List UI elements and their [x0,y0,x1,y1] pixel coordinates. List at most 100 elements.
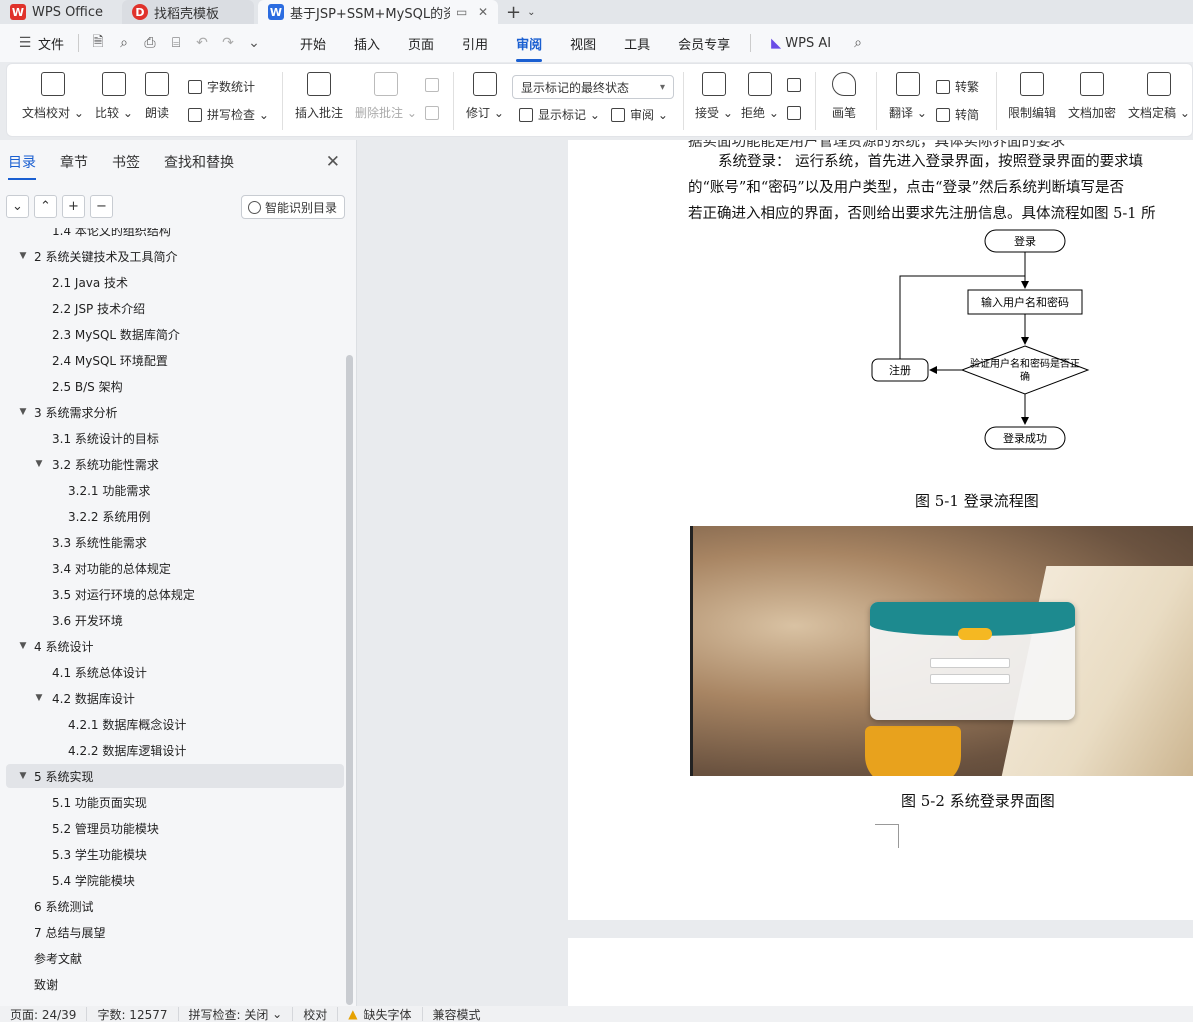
format-painter-icon[interactable]: ⌕ [111,35,137,51]
read-aloud-button[interactable]: 朗读 [145,72,169,121]
undo-icon[interactable]: ↶ [189,35,215,51]
review-pane-button[interactable]: 审阅 ⌄ [611,106,668,123]
toc-item[interactable]: 5.3 学生功能模块 [6,842,344,866]
delete-comment-button[interactable]: 删除批注 ⌄ [355,72,417,121]
status-spell[interactable]: 拼写检查: 关闭 ⌄ [179,1007,294,1022]
show-markup-button[interactable]: 显示标记 ⌄ [519,106,600,123]
status-page[interactable]: 页面: 24/39 [0,1007,88,1022]
prev-comment-button[interactable] [425,78,444,92]
menu-insert[interactable]: 插入 [340,34,394,53]
toc-item[interactable]: 1.4 本论文的组织结构 [6,228,344,242]
toc-item[interactable]: 6 系统测试 [6,894,344,918]
remove-heading-icon[interactable]: − [90,195,113,218]
tab-template[interactable]: D 找稻壳模板 [122,0,254,24]
toc-item[interactable]: 2.3 MySQL 数据库简介 [6,322,344,346]
print-icon[interactable]: ⎙ [137,35,163,51]
expand-toggle-icon[interactable]: ▼ [16,407,30,417]
toc-item[interactable]: 4.2.2 数据库逻辑设计 [6,738,344,762]
print-preview-icon[interactable]: ⌸ [163,35,189,51]
toc-item[interactable]: ▼ 5 系统实现 [6,764,344,788]
toc-item[interactable]: 5.1 功能页面实现 [6,790,344,814]
markup-state-select[interactable]: 显示标记的最终状态 ▾ [512,75,674,99]
expand-down-icon[interactable]: ⌄ [6,195,29,218]
next-change-button[interactable] [787,106,806,120]
menu-page[interactable]: 页面 [394,34,448,53]
spell-check-button[interactable]: 拼写检查 ⌄ [188,106,269,123]
smart-toc-button[interactable]: 智能识别目录 [241,195,345,219]
translate-button[interactable]: 翻译 ⌄ [889,72,927,121]
close-tab-icon[interactable]: ✕ [478,5,488,19]
next-comment-button[interactable] [425,106,444,120]
expand-toggle-icon[interactable]: ▼ [16,251,30,261]
toc-scrollbar[interactable] [346,355,353,1005]
collapse-up-icon[interactable]: ⌃ [34,195,57,218]
toc-item[interactable]: ▼ 2 系统关键技术及工具简介 [6,244,344,268]
expand-toggle-icon[interactable]: ▼ [32,459,46,469]
insert-comment-button[interactable]: 插入批注 [295,72,343,121]
menu-tools[interactable]: 工具 [610,34,664,53]
encrypt-button[interactable]: 文档加密 [1068,72,1116,121]
status-missing-font[interactable]: ▲ 缺失字体 [338,1007,423,1022]
save-icon[interactable]: 🗎 [85,31,111,55]
menu-member[interactable]: 会员专享 [664,34,744,53]
search-icon[interactable]: ⌕ [845,35,871,51]
toc-item[interactable]: 3.2.1 功能需求 [6,478,344,502]
toc-item[interactable]: 3.6 开发环境 [6,608,344,632]
file-menu[interactable]: 文件 [38,34,72,53]
toc-item[interactable]: 4.2.1 数据库概念设计 [6,712,344,736]
toc-item[interactable]: 3.5 对运行环境的总体规定 [6,582,344,606]
to-simplified-button[interactable]: 转简 [936,106,979,123]
status-words[interactable]: 字数: 12577 [87,1007,179,1022]
expand-toggle-icon[interactable]: ▼ [16,771,30,781]
wps-ai-button[interactable]: ◣ WPS AI [757,36,845,51]
revise-button[interactable]: 修订 ⌄ [466,72,504,121]
expand-toggle-icon[interactable]: ▼ [16,641,30,651]
close-pane-icon[interactable]: ✕ [326,152,340,172]
toc-item[interactable]: 3.2.2 系统用例 [6,504,344,528]
pen-button[interactable]: 画笔 [832,72,856,121]
toc-item[interactable]: 3.1 系统设计的目标 [6,426,344,450]
menu-review[interactable]: 审阅 [502,34,556,62]
toc-item[interactable]: ▼ 3 系统需求分析 [6,400,344,424]
toc-item[interactable]: 7 总结与展望 [6,920,344,944]
tab-wps-office[interactable]: W WPS Office [0,0,120,24]
finalize-button[interactable]: 文档定稿 ⌄ [1128,72,1190,121]
toc-item[interactable]: 5.4 学院能模块 [6,868,344,892]
monitor-icon[interactable]: ▭ [456,5,467,19]
toc-item[interactable]: ▼ 4.2 数据库设计 [6,686,344,710]
tab-bookmark[interactable]: 书签 [112,152,140,172]
toc-item[interactable]: 3.4 对功能的总体规定 [6,556,344,580]
menu-reference[interactable]: 引用 [448,34,502,53]
toc-item[interactable]: 2.2 JSP 技术介绍 [6,296,344,320]
status-proof[interactable]: 校对 [293,1007,339,1022]
tab-document[interactable]: W 基于JSP+SSM+MySQL的资阿 ▭ ✕ [258,0,498,24]
prev-change-button[interactable] [787,78,806,92]
toc-item[interactable]: ▼ 4 系统设计 [6,634,344,658]
expand-toggle-icon[interactable]: ▼ [32,693,46,703]
toc-item[interactable]: 5.2 管理员功能模块 [6,816,344,840]
toc-item[interactable]: 4.1 系统总体设计 [6,660,344,684]
tab-find-replace[interactable]: 查找和替换 [164,152,234,172]
toc-item[interactable]: ▼ 3.2 系统功能性需求 [6,452,344,476]
tab-toc[interactable]: 目录 [8,152,36,180]
compare-button[interactable]: 比较 ⌄ [95,72,133,121]
menu-view[interactable]: 视图 [556,34,610,53]
redo-icon[interactable]: ↷ [215,35,241,51]
tab-chapter[interactable]: 章节 [60,152,88,172]
to-traditional-button[interactable]: 转繁 [936,78,979,95]
add-heading-icon[interactable]: + [62,195,85,218]
chevron-down-icon[interactable]: ⌄ [241,35,267,51]
toc-item[interactable]: 参考文献 [6,946,344,970]
accept-button[interactable]: 接受 ⌄ [695,72,733,121]
reject-button[interactable]: 拒绝 ⌄ [741,72,779,121]
toc-item[interactable]: 致谢 [6,972,344,996]
doc-check-button[interactable]: 文档校对 ⌄ [22,72,84,121]
toc-item[interactable]: 3.3 系统性能需求 [6,530,344,554]
word-count-button[interactable]: 字数统计 [188,78,255,95]
toc-item[interactable]: 2.5 B/S 架构 [6,374,344,398]
new-tab-button[interactable]: + ⌄ [506,0,535,24]
menu-start[interactable]: 开始 [286,34,340,53]
restrict-edit-button[interactable]: 限制编辑 [1008,72,1056,121]
toc-item[interactable]: 2.4 MySQL 环境配置 [6,348,344,372]
toc-item[interactable]: 2.1 Java 技术 [6,270,344,294]
